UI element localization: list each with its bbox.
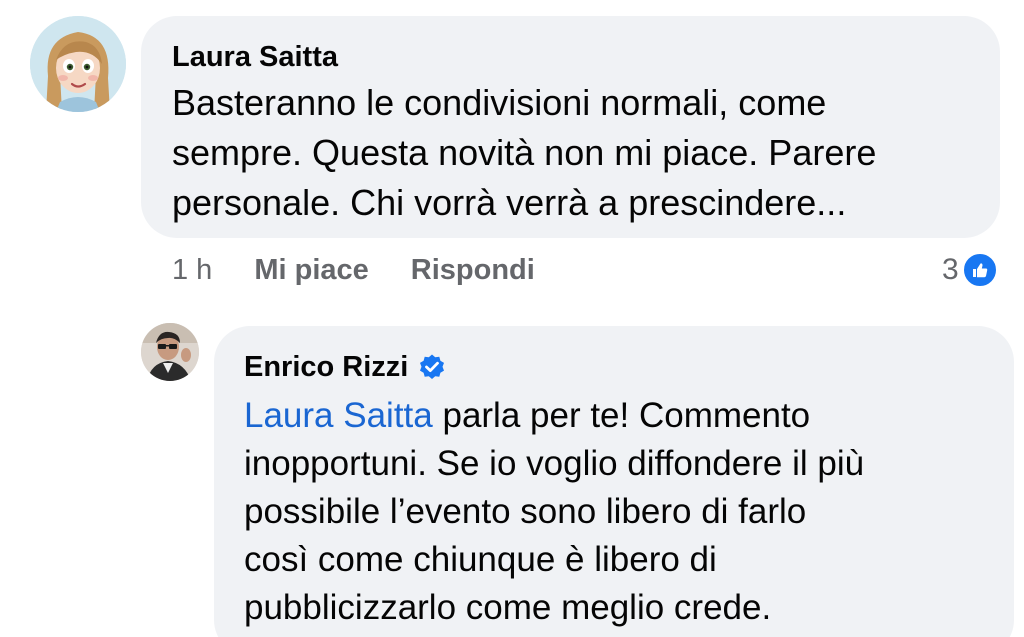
comment-text-line: personale. Chi vorrà verrà a prescindere… <box>172 182 847 223</box>
comment-text-line: sempre. Questa novità non mi piace. Pare… <box>172 132 877 173</box>
comment-thread: Laura Saitta Basteranno le condivisioni … <box>0 0 1024 637</box>
comment-text: Basteranno le condivisioni normali, come… <box>172 78 970 228</box>
reply-text-line: possibile l’evento sono libero di farlo <box>244 492 807 531</box>
comment-text-line: Basteranno le condivisioni normali, come <box>172 82 827 123</box>
reply-text: Laura Saitta parla per te! Commento inop… <box>244 392 984 632</box>
comment-timestamp[interactable]: 1 h <box>172 254 212 287</box>
reply-bubble: Enrico Rizzi Laura Saitta parla per te! … <box>214 326 1014 637</box>
reply-text-line: pubblicizzarlo come meglio crede. <box>244 588 772 627</box>
avatar[interactable] <box>141 323 199 381</box>
reply-text-line: inopportuni. Se io voglio diffondere il … <box>244 444 865 483</box>
verified-badge-icon <box>420 354 445 379</box>
reaction-summary[interactable]: 3 <box>942 250 998 290</box>
author-name[interactable]: Laura Saitta <box>172 38 338 76</box>
reply-button[interactable]: Rispondi <box>411 254 535 287</box>
thumbs-up-icon <box>961 252 998 288</box>
comment-actions: 1 h Mi piace Rispondi <box>172 250 577 290</box>
comment-author[interactable]: Laura Saitta <box>172 38 970 76</box>
reply-text-line: così come chiunque è libero di <box>244 540 717 579</box>
comment-bubble: Laura Saitta Basteranno le condivisioni … <box>141 16 1000 238</box>
reaction-count: 3 <box>942 253 959 286</box>
like-button[interactable]: Mi piace <box>254 254 368 287</box>
mention-link[interactable]: Laura Saitta <box>244 396 433 435</box>
cartoon-avatar-icon <box>30 16 126 112</box>
avatar[interactable] <box>30 16 126 112</box>
reply-author[interactable]: Enrico Rizzi <box>244 348 984 386</box>
reply-text-fragment: parla per te! Commento <box>432 396 811 435</box>
author-name[interactable]: Enrico Rizzi <box>244 348 408 386</box>
reply-text-line: Laura Saitta parla per te! Commento <box>244 392 984 440</box>
user-photo-avatar <box>141 323 199 381</box>
